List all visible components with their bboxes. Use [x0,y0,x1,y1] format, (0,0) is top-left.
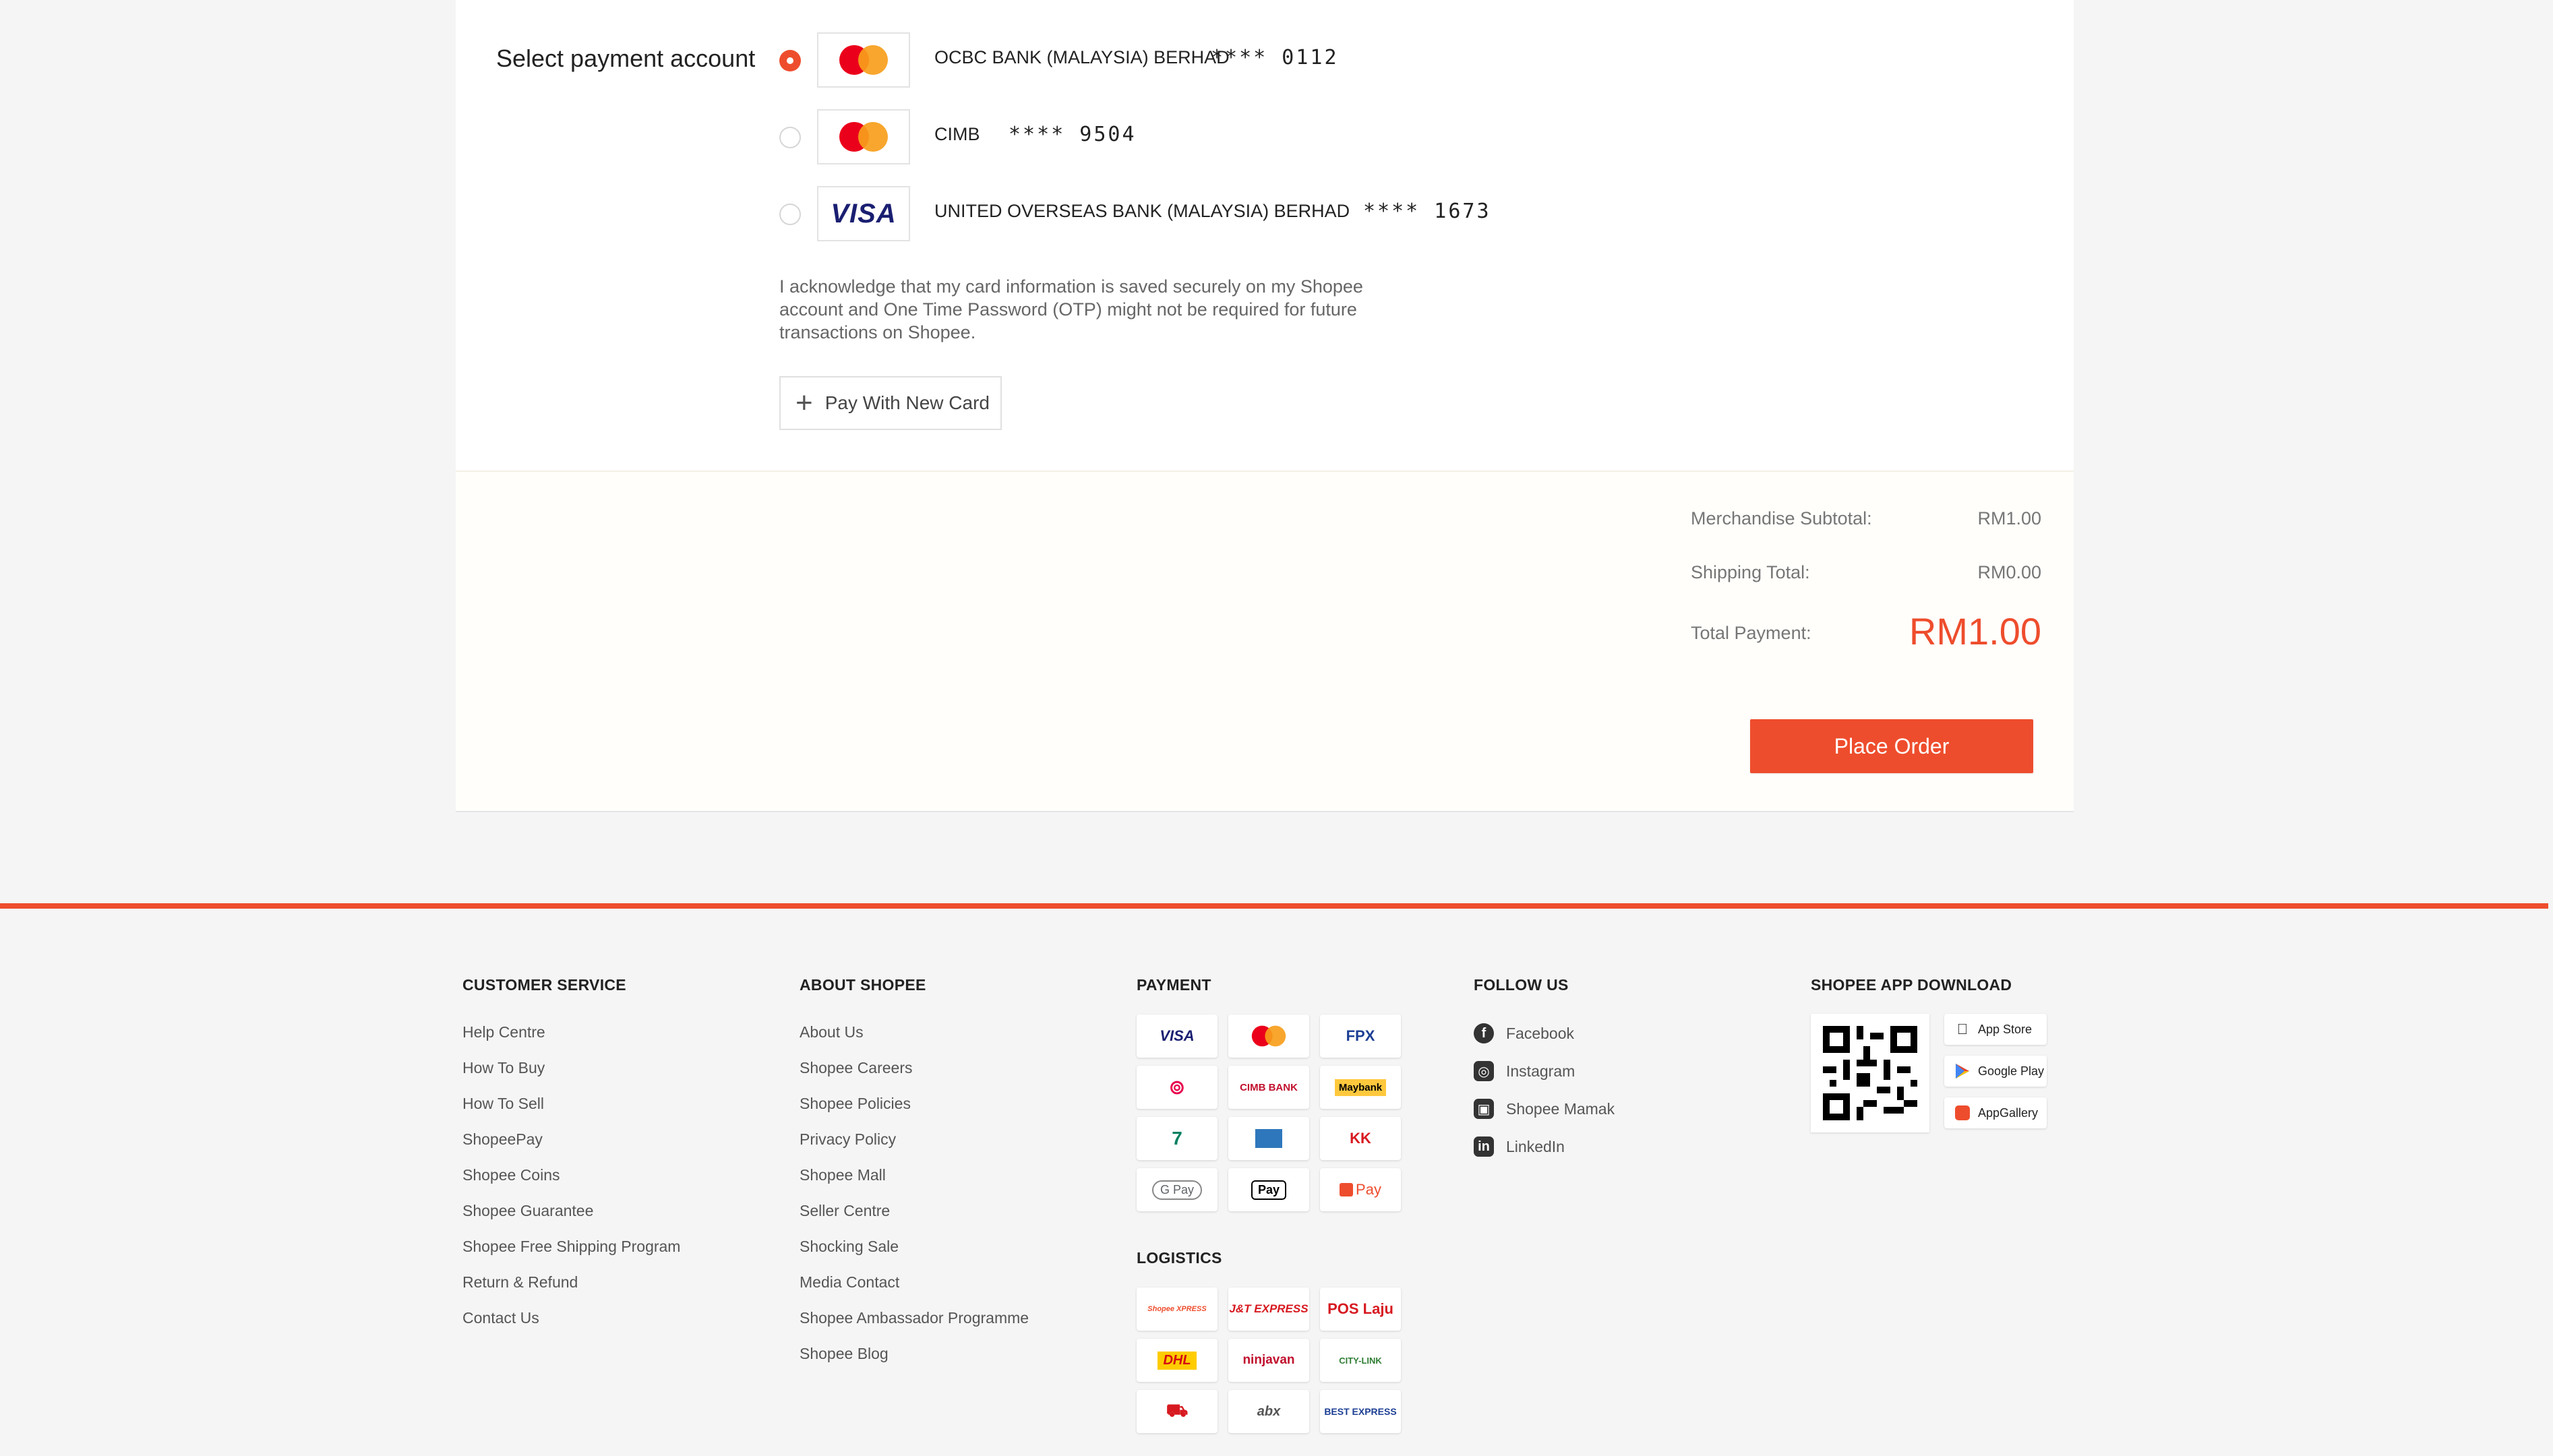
total-row: Total Payment: RM1.00 [1691,610,2041,653]
maybank-logo: Maybank [1320,1066,1401,1109]
ninjavan-logo: ninjavan [1228,1339,1309,1382]
footer-link[interactable]: Contact Us [462,1300,680,1336]
footer-link[interactable]: Shopee Mall [800,1157,1029,1193]
payment-account-label: Select payment account [496,44,756,72]
footer-link[interactable]: Shocking Sale [800,1229,1029,1265]
lineclear-logo: ⛟ [1137,1390,1218,1433]
footer-link[interactable]: Shopee Ambassador Programme [800,1300,1029,1336]
mastercard-logo [817,32,910,88]
bank-name: CIMB [934,124,980,144]
instagram-icon: ◎ [1474,1061,1494,1081]
apple-icon:  [1954,1021,1971,1038]
footer-payment: PAYMENT VISA FPX ⊚ CIMB BANK Maybank 7 K… [1137,976,1401,1433]
dhl-logo: DHL [1137,1339,1218,1382]
shopee-bag-icon: ▣ [1474,1099,1494,1119]
plus-icon: + [795,386,813,419]
google-play-badge[interactable]: Google Play [1944,1056,2047,1087]
footer-link[interactable]: Shopee Blog [800,1336,1029,1372]
google-play-icon [1954,1062,1971,1080]
footer-link[interactable]: Return & Refund [462,1265,680,1300]
footer-app-download: SHOPEE APP DOWNLOAD  App Store [1811,976,2053,1151]
order-summary: Merchandise Subtotal: RM1.00 Shipping To… [456,471,2074,684]
shipping-row: Shipping Total: RM0.00 [1691,562,2041,582]
linkedin-icon: in [1474,1136,1494,1157]
cimb-bank-logo: CIMB BANK [1228,1066,1309,1109]
shopee-xpress-logo: Shopee XPRESS [1137,1287,1218,1331]
radio-selected[interactable] [779,50,801,71]
footer-divider [0,903,2548,909]
facebook-icon: f [1474,1023,1494,1043]
footer-link[interactable]: Shopee Policies [800,1086,1029,1122]
subtotal-row: Merchandise Subtotal: RM1.00 [1691,508,2041,528]
pay-with-new-card-button[interactable]: + Pay With New Card [779,376,1002,430]
footer-link[interactable]: Seller Centre [800,1193,1029,1229]
app-store-badge[interactable]:  App Store [1944,1014,2047,1045]
pos-laju-logo: POS Laju [1320,1287,1401,1331]
total-payment-value: RM1.00 [1909,610,2041,653]
citylink-logo: CITY-LINK [1320,1339,1401,1382]
footer-link[interactable]: ShopeePay [462,1122,680,1157]
card-number-masked: **** 0112 [1211,46,1339,69]
footer-link[interactable]: Shopee Free Shipping Program [462,1229,680,1265]
best-express-logo: BEST EXPRESS [1320,1390,1401,1433]
apple-pay-logo: Pay [1228,1168,1309,1211]
site-footer: CUSTOMER SERVICE Help Centre How To Buy … [0,909,2553,1456]
linkedin-link[interactable]: in LinkedIn [1474,1128,1615,1165]
visa-logo: VISA [817,186,910,241]
checkout-card: Select payment account OCBC BANK (MALAYS… [456,0,2074,812]
payment-logos: VISA FPX ⊚ CIMB BANK Maybank 7 KK G Pay … [1137,1014,1401,1211]
mastercard-logo [1228,1014,1309,1058]
mastercard-logo [817,109,910,164]
bank-name: UNITED OVERSEAS BANK (MALAYSIA) BERHAD [934,201,1350,221]
footer-link[interactable]: Media Contact [800,1265,1029,1300]
app-gallery-badge[interactable]: AppGallery [1944,1097,2047,1128]
footer-link[interactable]: How To Sell [462,1086,680,1122]
footer-link[interactable]: Shopee Guarantee [462,1193,680,1229]
footer-link[interactable]: Shopee Careers [800,1050,1029,1086]
radio-unselected[interactable] [779,127,801,148]
place-order-button[interactable]: Place Order [1750,719,2033,773]
google-pay-logo: G Pay [1137,1168,1218,1211]
shopee-mamak-link[interactable]: ▣ Shopee Mamak [1474,1090,1615,1128]
radio-unselected[interactable] [779,204,801,225]
fpx-logo: FPX [1320,1014,1401,1058]
jnt-express-logo: J&T EXPRESS [1228,1287,1309,1331]
facebook-link[interactable]: f Facebook [1474,1014,1615,1052]
footer-link[interactable]: About Us [800,1014,1029,1050]
shipping-value: RM0.00 [1977,562,2041,582]
instagram-link[interactable]: ◎ Instagram [1474,1052,1615,1090]
footer-follow-us: FOLLOW US f Facebook ◎ Instagram ▣ Shope… [1474,976,1615,1165]
subtotal-value: RM1.00 [1977,508,2041,528]
card-number-masked: **** 1673 [1363,200,1491,223]
seven-eleven-logo: 7 [1137,1117,1218,1160]
amex-logo [1228,1117,1309,1160]
pay-with-new-card-label: Pay With New Card [824,392,990,413]
shopeepay-logo: ⊚ [1137,1066,1218,1109]
footer-link[interactable]: Privacy Policy [800,1122,1029,1157]
kk-mart-logo: KK [1320,1117,1401,1160]
footer-link[interactable]: How To Buy [462,1050,680,1086]
bank-name: OCBC BANK (MALAYSIA) BERHAD [934,47,1230,67]
card-acknowledgement-text: I acknowledge that my card information i… [779,276,1363,342]
footer-about-shopee: ABOUT SHOPEE About Us Shopee Careers Sho… [800,976,1029,1372]
footer-link[interactable]: Help Centre [462,1014,680,1050]
checkout-actions: Place Order [456,682,2074,810]
qr-code [1811,1014,1929,1132]
abx-logo: abx [1228,1390,1309,1433]
logistics-logos: Shopee XPRESS J&T EXPRESS POS Laju DHL n… [1137,1287,1401,1433]
card-number-masked: **** 9504 [1009,123,1137,146]
footer-link[interactable]: Shopee Coins [462,1157,680,1193]
app-gallery-icon [1954,1104,1971,1122]
spaylater-logo: Pay [1320,1168,1401,1211]
visa-logo: VISA [1137,1014,1218,1058]
footer-customer-service: CUSTOMER SERVICE Help Centre How To Buy … [462,976,680,1336]
